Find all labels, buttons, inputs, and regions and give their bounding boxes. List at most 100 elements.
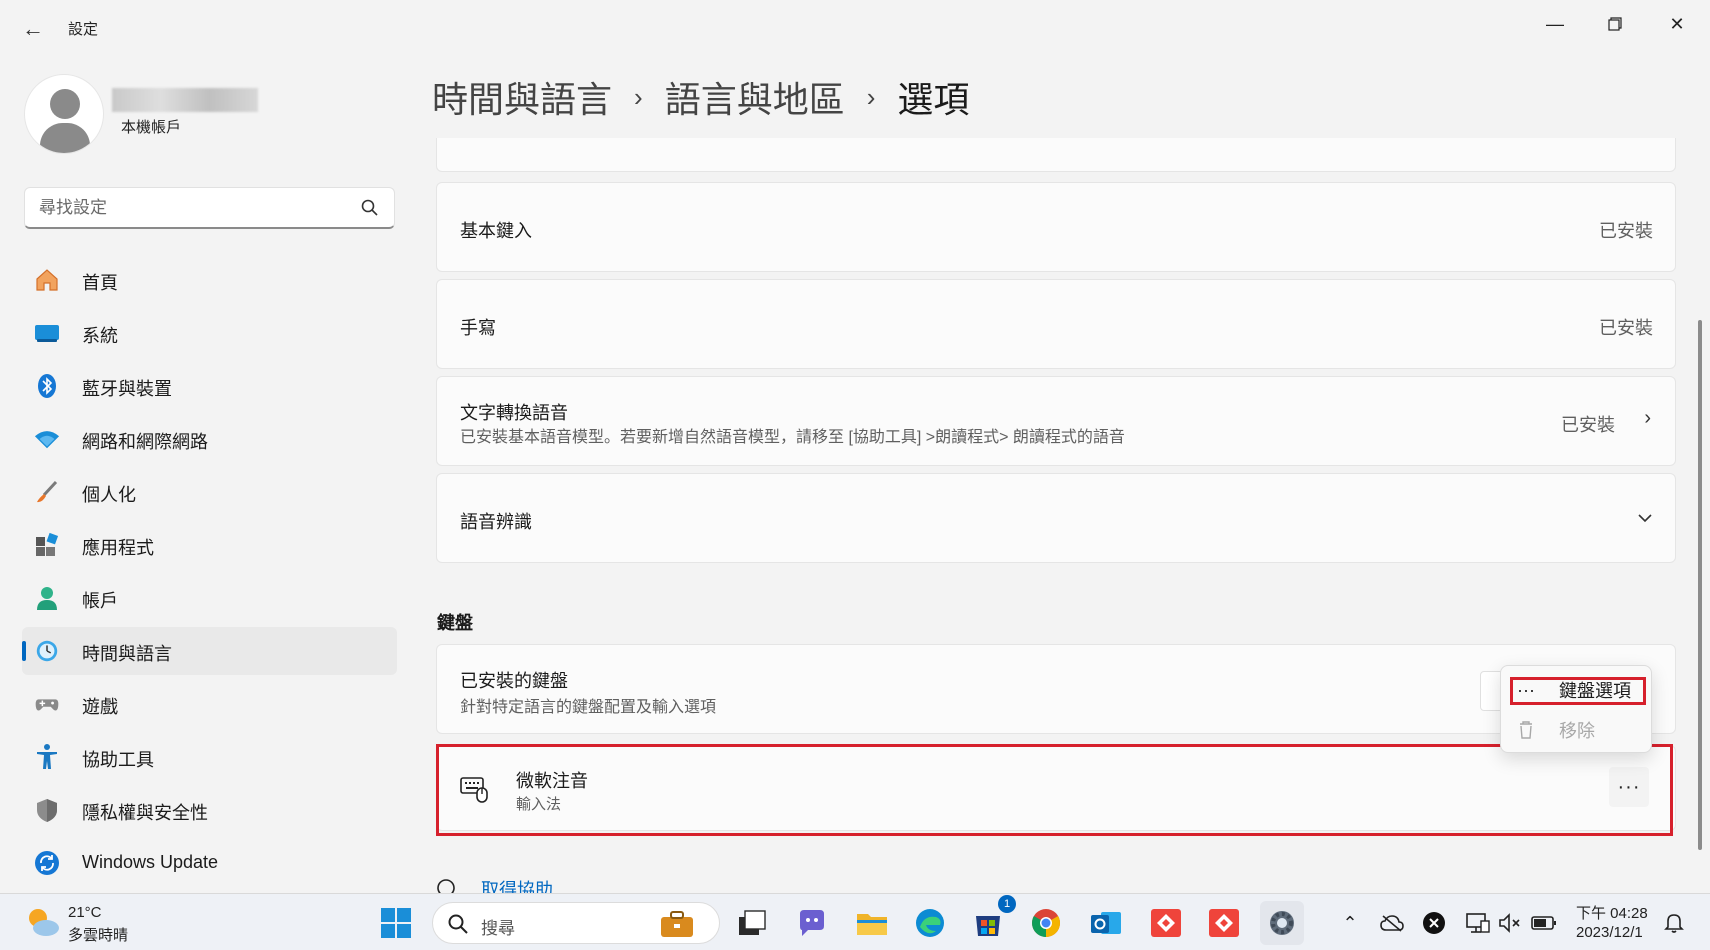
- chat-icon: [800, 910, 824, 936]
- taskbar-search[interactable]: 搜尋: [432, 902, 720, 944]
- minimize-button[interactable]: —: [1528, 6, 1582, 42]
- outlook-icon: [1091, 912, 1121, 934]
- highlight-keyboard-options: [1510, 677, 1646, 705]
- breadcrumb-separator: ›: [866, 81, 876, 112]
- avatar: [24, 74, 104, 154]
- sidebar-item-system[interactable]: 系統: [22, 309, 397, 357]
- search-icon[interactable]: [360, 198, 380, 218]
- weather-description[interactable]: 多雲時晴: [68, 924, 128, 945]
- notification-badge: 1: [998, 895, 1016, 913]
- highlight-keyboard-item: [436, 744, 1673, 836]
- battery-icon[interactable]: [1530, 909, 1558, 937]
- sidebar-item-accessibility[interactable]: 協助工具: [22, 733, 397, 781]
- teams-chat-button[interactable]: [790, 901, 834, 945]
- page-title: 選項: [897, 79, 970, 120]
- weather-temperature[interactable]: 21°C: [68, 904, 102, 921]
- user-profile[interactable]: 本機帳戶: [24, 74, 394, 158]
- sidebar-item-home[interactable]: 首頁: [22, 256, 397, 304]
- paintbrush-icon: [34, 479, 60, 505]
- clock-time[interactable]: 下午 04:28: [1576, 902, 1648, 923]
- briefcase-icon: [661, 911, 693, 937]
- account-icon: [34, 585, 60, 611]
- remote-app-button-2[interactable]: [1202, 901, 1246, 945]
- account-type: 本機帳戶: [121, 119, 182, 136]
- speaker-muted-icon[interactable]: [1496, 909, 1524, 937]
- windows-logo-icon: [381, 908, 411, 938]
- feature-card-partial: [436, 138, 1676, 172]
- sidebar-item-windows-update[interactable]: Windows Update: [22, 839, 397, 887]
- store-icon: [976, 916, 1000, 936]
- sidebar-item-privacy[interactable]: 隱私權與安全性: [22, 786, 397, 834]
- bluetooth-icon: [34, 373, 60, 399]
- chrome-browser-icon: [1032, 909, 1060, 937]
- breadcrumb-language-region[interactable]: 語言與地區: [665, 71, 845, 123]
- task-view-button[interactable]: [730, 901, 774, 945]
- feature-card-handwriting: 手寫 已安裝: [436, 279, 1676, 369]
- feature-card-speech-recognition[interactable]: 語音辨識: [436, 473, 1676, 563]
- edge-button[interactable]: [908, 901, 952, 945]
- sidebar-item-gaming[interactable]: 遊戲: [22, 680, 397, 728]
- search-icon: [448, 914, 468, 934]
- sidebar-item-apps[interactable]: 應用程式: [22, 521, 397, 569]
- sidebar-item-accounts[interactable]: 帳戶: [22, 574, 397, 622]
- gamepad-icon: [34, 691, 60, 717]
- microsoft-store-button[interactable]: 1: [966, 895, 1016, 945]
- search-input[interactable]: [39, 196, 339, 220]
- restore-icon: [1608, 17, 1622, 31]
- onedrive-cloud-icon[interactable]: [1378, 909, 1406, 937]
- time-language-icon: [34, 638, 60, 664]
- feature-card-text-to-speech[interactable]: 文字轉換語音 已安裝基本語音模型。若要新增自然語音模型，請移至 [協助工具] >…: [436, 376, 1676, 466]
- sidebar-item-personalization[interactable]: 個人化: [22, 468, 397, 516]
- breadcrumb-separator: ›: [634, 81, 643, 112]
- minimize-icon: —: [1546, 13, 1564, 34]
- content-scrollbar[interactable]: [1698, 320, 1702, 850]
- feature-card-basic-typing: 基本鍵入 已安裝: [436, 182, 1676, 272]
- get-help-link[interactable]: 取得協助: [481, 876, 553, 893]
- title-bar: ← 設定 — ✕: [0, 0, 1710, 56]
- weather-partly-cloudy-icon[interactable]: [22, 904, 62, 940]
- clock-date[interactable]: 2023/12/1: [1576, 924, 1643, 941]
- trash-icon: [1520, 721, 1532, 739]
- back-button[interactable]: ←: [18, 14, 48, 44]
- breadcrumb-time-language[interactable]: 時間與語言: [432, 71, 612, 123]
- apps-icon: [34, 532, 60, 558]
- settings-app-button[interactable]: [1260, 901, 1304, 945]
- close-button[interactable]: ✕: [1650, 6, 1704, 42]
- network-ethernet-icon[interactable]: [1464, 909, 1492, 937]
- keyboard-section-heading: 鍵盤: [437, 613, 473, 633]
- anydesk-icon: [1151, 909, 1181, 937]
- help-row: 取得協助: [436, 870, 836, 893]
- sidebar-item-network[interactable]: 網路和網際網路: [22, 415, 397, 463]
- notification-bell-icon[interactable]: [1660, 909, 1688, 937]
- outlook-button[interactable]: [1084, 901, 1128, 945]
- chrome-button[interactable]: [1024, 901, 1068, 945]
- help-icon: [437, 879, 455, 893]
- chevron-up-icon[interactable]: ⌃: [1336, 909, 1364, 937]
- anydesk-icon: [1209, 909, 1239, 937]
- menu-item-remove[interactable]: 移除: [1509, 712, 1645, 748]
- shield-icon: [34, 797, 60, 823]
- app-title: 設定: [68, 21, 99, 38]
- windows-update-icon: [34, 850, 60, 876]
- breadcrumb: 時間與語言 › 語言與地區 › 選項: [432, 72, 969, 122]
- close-icon: ✕: [1669, 13, 1685, 34]
- sidebar-item-time-language[interactable]: 時間與語言: [22, 627, 397, 675]
- wifi-icon: [34, 426, 60, 452]
- taskbar: 21°C 多雲時晴 搜尋 1 ⌃ 下午 04:28 2023/12/1: [0, 893, 1710, 950]
- chevron-down-icon: [1638, 514, 1652, 523]
- home-icon: [34, 267, 60, 293]
- remote-app-button-1[interactable]: [1144, 901, 1188, 945]
- arrow-left-icon: ←: [22, 16, 44, 41]
- installed-keyboards-card: 已安裝的鍵盤 針對特定語言的鍵盤配置及輸入選項: [436, 644, 1676, 734]
- profile-name-redacted: [112, 88, 258, 112]
- file-explorer-button[interactable]: [850, 901, 894, 945]
- edge-browser-icon: [916, 909, 944, 937]
- system-display-icon: [34, 320, 60, 346]
- settings-search[interactable]: [24, 187, 395, 229]
- chevron-right-icon: ›: [1644, 407, 1651, 429]
- restore-button[interactable]: [1588, 6, 1642, 42]
- x-app-icon[interactable]: [1420, 909, 1448, 937]
- start-button[interactable]: [374, 901, 418, 945]
- sidebar-nav: 首頁 系統 藍牙與裝置 網路和網際網路 個人化 應用程式 帳戶 時間與語言 遊戲…: [22, 256, 397, 892]
- sidebar-item-bluetooth[interactable]: 藍牙與裝置: [22, 362, 397, 410]
